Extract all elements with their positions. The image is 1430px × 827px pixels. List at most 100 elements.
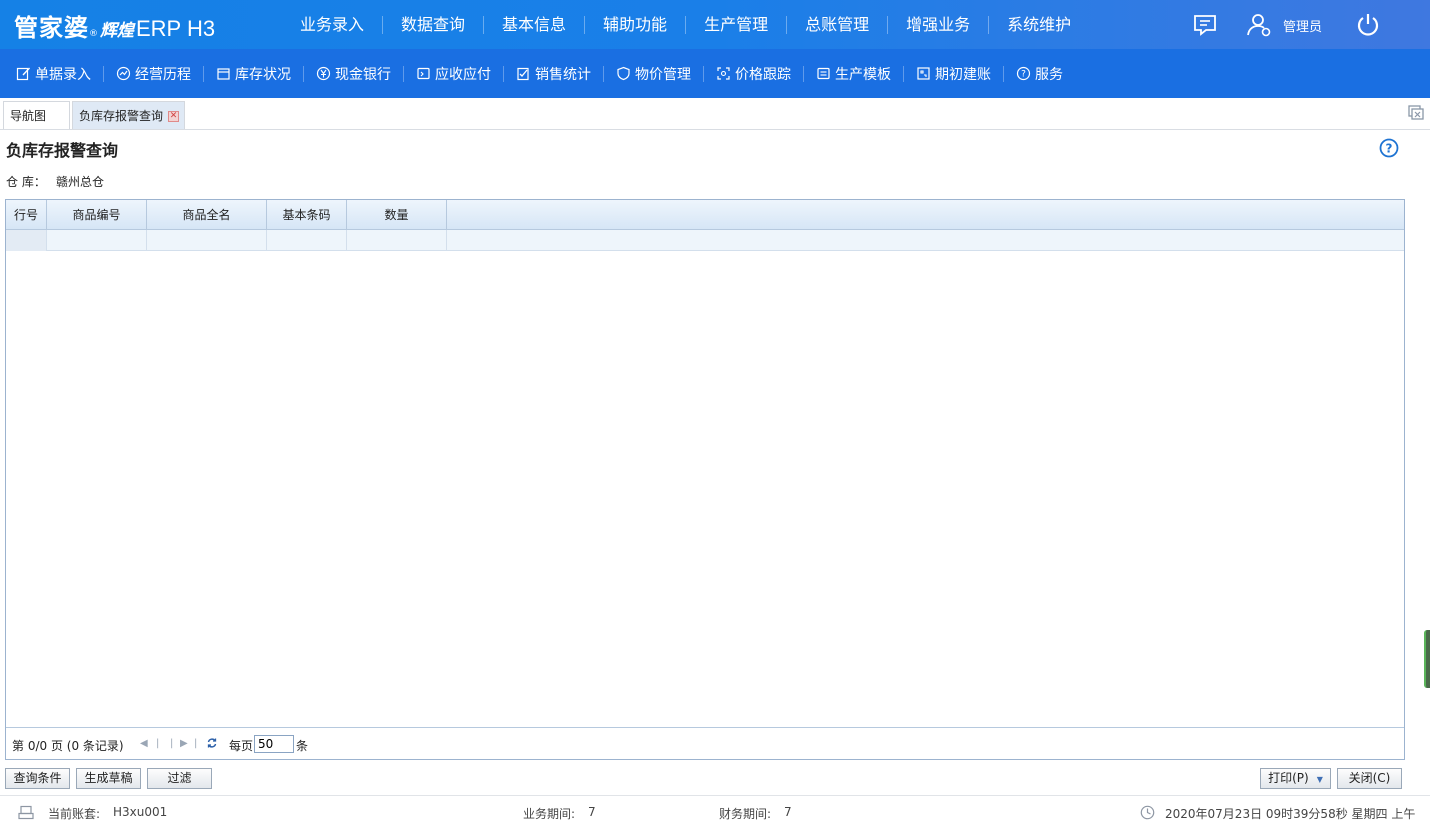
print-button-label: 打印(P)	[1268, 771, 1309, 785]
clock-icon	[1140, 805, 1155, 820]
quantity-cell[interactable]	[347, 230, 447, 251]
edit-icon	[16, 67, 31, 81]
grid-header: 行号 商品编号 商品全名 基本条码 数量	[6, 200, 1404, 230]
barcode-cell[interactable]	[267, 230, 347, 251]
message-icon[interactable]	[1192, 12, 1218, 38]
menu-system[interactable]: 系统维护	[989, 15, 1089, 34]
pager: 第 0/0 页 (0 条记录) ◀ | | ▶ | 每页 条	[6, 727, 1404, 759]
main-menu: 业务录入 数据查询 基本信息 辅助功能 生产管理 总账管理 增强业务 系统维护	[282, 0, 1089, 49]
status-bar: 当前账套: H3xu001 业务期间: 7 财务期间: 7 2020年07月23…	[0, 795, 1430, 827]
tab-close-icon[interactable]: ✕	[168, 111, 180, 122]
quick-service[interactable]: ? 服务	[1004, 66, 1075, 83]
top-bar: 管家婆 ® 辉煌 ERP H3 业务录入 数据查询 基本信息 辅助功能 生产管理…	[0, 0, 1430, 49]
logo-erp: ERP H3	[136, 16, 216, 41]
business-period-value: 7	[588, 805, 596, 819]
table-row[interactable]	[6, 230, 1404, 251]
quick-receivable-payable-label: 应收应付	[435, 66, 491, 83]
column-header-product-name[interactable]: 商品全名	[147, 200, 267, 230]
quick-opening-accounts-label: 期初建账	[935, 66, 991, 83]
quick-opening-accounts[interactable]: 期初建账	[904, 65, 1004, 83]
account-icon	[18, 805, 34, 820]
quick-production-template[interactable]: 生产模板	[804, 65, 904, 83]
help-icon[interactable]: ?	[1379, 138, 1399, 158]
menu-general-ledger[interactable]: 总账管理	[787, 15, 889, 34]
quick-stock-status[interactable]: 库存状况	[204, 65, 304, 83]
tab-negative-stock-alert[interactable]: 负库存报警查询 ✕	[72, 101, 185, 129]
column-header-quantity[interactable]: 数量	[347, 200, 447, 230]
print-button[interactable]: 打印(P) ▼	[1260, 768, 1331, 789]
admin-label[interactable]: 管理员	[1283, 16, 1322, 35]
quick-production-template-label: 生产模板	[835, 66, 891, 83]
menu-enhanced[interactable]: 增强业务	[888, 15, 990, 34]
svg-text:?: ?	[1386, 142, 1393, 156]
data-grid: 行号 商品编号 商品全名 基本条码 数量 第 0/0 页 (0 条记录) ◀ |…	[5, 199, 1405, 760]
generate-draft-button[interactable]: 生成草稿	[76, 768, 141, 789]
quick-cash-bank[interactable]: 现金银行	[304, 65, 404, 83]
product-name-cell[interactable]	[147, 230, 267, 251]
close-button[interactable]: 关闭(C)	[1337, 768, 1402, 789]
separator: |	[194, 738, 198, 749]
quick-toolbar: 单据录入 经营历程 库存状况 现金银行 应收应付 销售统计 物价管理 价格跟踪 …	[0, 49, 1430, 98]
menu-business-entry[interactable]: 业务录入	[282, 15, 384, 34]
quick-price-management[interactable]: 物价管理	[604, 65, 704, 83]
template-icon	[817, 67, 830, 80]
svg-text:?: ?	[1021, 70, 1026, 80]
filler-cell	[447, 230, 1404, 251]
quick-price-management-label: 物价管理	[635, 66, 691, 83]
logo-reg: ®	[89, 29, 98, 39]
menu-basic-info[interactable]: 基本信息	[484, 15, 586, 34]
finance-period-value: 7	[784, 805, 792, 819]
quick-business-history[interactable]: 经营历程	[104, 65, 204, 83]
quick-price-tracking[interactable]: 价格跟踪	[704, 65, 804, 83]
ledger-icon	[417, 67, 430, 80]
logo-sub: 辉煌	[100, 21, 134, 41]
account-value: H3xu001	[113, 805, 168, 819]
refresh-icon[interactable]	[206, 737, 218, 749]
menu-aux-functions[interactable]: 辅助功能	[585, 15, 687, 34]
filter-button[interactable]: 过滤	[147, 768, 212, 789]
menu-data-query[interactable]: 数据查询	[383, 15, 485, 34]
quick-receivable-payable[interactable]: 应收应付	[404, 65, 504, 83]
quick-cash-bank-label: 现金银行	[335, 66, 391, 83]
column-header-barcode[interactable]: 基本条码	[267, 200, 347, 230]
side-panel-handle[interactable]	[1424, 630, 1430, 688]
logo-main: 管家婆	[14, 14, 89, 42]
quick-doc-entry[interactable]: 单据录入	[4, 65, 104, 83]
stats-icon	[517, 67, 529, 81]
power-icon[interactable]	[1355, 12, 1381, 38]
quick-doc-entry-label: 单据录入	[35, 66, 91, 83]
quick-stock-status-label: 库存状况	[235, 66, 291, 83]
shield-icon	[617, 66, 630, 81]
per-page-label: 每页	[229, 739, 254, 753]
row-number-cell	[6, 230, 47, 251]
next-page-icon[interactable]: ▶	[180, 738, 188, 749]
app-logo: 管家婆 ® 辉煌 ERP H3	[14, 8, 216, 42]
dropdown-arrow-icon[interactable]: ▼	[1317, 770, 1323, 789]
first-page-icon[interactable]: ◀	[140, 738, 148, 749]
help-circle-icon: ?	[1016, 66, 1031, 81]
column-header-row-no[interactable]: 行号	[6, 200, 47, 230]
tab-negative-stock-alert-label: 负库存报警查询	[79, 109, 164, 123]
user-icon[interactable]	[1246, 12, 1272, 38]
page-info: 第 0/0 页 (0 条记录)	[12, 739, 124, 753]
tab-navigation-map[interactable]: 导航图	[3, 101, 70, 129]
datetime: 2020年07月23日 09时39分58秒 星期四 上午	[1165, 807, 1416, 821]
column-header-filler	[447, 200, 1404, 230]
quick-price-tracking-label: 价格跟踪	[735, 66, 791, 83]
chart-icon	[116, 66, 131, 81]
separator: |	[156, 738, 160, 749]
per-page-input[interactable]	[254, 735, 294, 753]
column-header-product-code[interactable]: 商品编号	[47, 200, 147, 230]
separator: |	[170, 738, 174, 749]
per-page-unit: 条	[296, 739, 309, 753]
warehouse-value: 赣州总仓	[56, 175, 105, 189]
restore-window-icon[interactable]	[1407, 104, 1425, 122]
product-code-cell[interactable]	[47, 230, 147, 251]
query-conditions-button[interactable]: 查询条件	[5, 768, 70, 789]
track-icon	[717, 67, 730, 80]
menu-production[interactable]: 生产管理	[686, 15, 788, 34]
yen-icon	[316, 66, 331, 81]
quick-business-history-label: 经营历程	[135, 66, 191, 83]
account-label: 当前账套:	[48, 807, 101, 821]
quick-sales-stats[interactable]: 销售统计	[504, 65, 604, 83]
